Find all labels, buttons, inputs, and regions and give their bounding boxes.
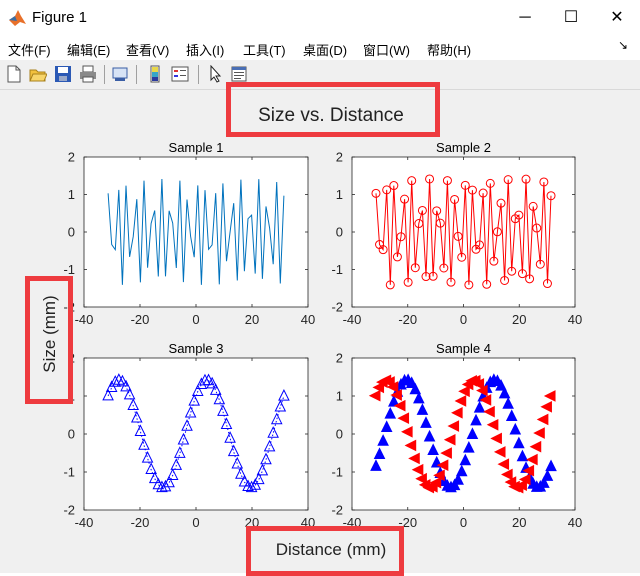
y-tick-label: -2 [331,300,343,315]
x-tick-label: -40 [75,515,94,530]
x-tick-label: -40 [75,312,94,327]
subplot-title: Sample 1 [169,140,224,155]
y-tick-label: 0 [336,225,343,240]
x-tick-label: 40 [568,515,582,530]
y-tick-label: 0 [68,225,75,240]
y-tick-label: 2 [336,150,343,165]
subplot-title: Sample 4 [436,341,491,356]
subplot-title: Sample 2 [436,140,491,155]
y-tick-label: -1 [331,465,343,480]
y-tick-label: -2 [63,503,75,518]
y-tick-label: 2 [68,150,75,165]
y-tick-label: -1 [63,262,75,277]
x-tick-label: 0 [192,312,199,327]
x-tick-label: -20 [131,312,150,327]
y-tick-label: 1 [336,187,343,202]
title-highlight-box [226,82,440,137]
x-tick-label: 40 [301,312,315,327]
x-tick-label: -20 [131,515,150,530]
x-tick-label: 0 [460,312,467,327]
y-tick-label: -1 [63,465,75,480]
x-tick-label: 0 [192,515,199,530]
y-tick-label: 1 [336,389,343,404]
x-tick-label: -20 [398,312,417,327]
subplot-title: Sample 3 [169,341,224,356]
y-tick-label: -2 [331,503,343,518]
x-tick-label: 0 [460,515,467,530]
ylabel-highlight-box [25,276,73,404]
y-tick-label: 0 [336,427,343,442]
y-tick-label: 0 [68,427,75,442]
x-tick-label: -40 [343,312,362,327]
xlabel-highlight-box [246,526,404,576]
x-tick-label: 20 [512,515,526,530]
x-tick-label: 40 [568,312,582,327]
x-tick-label: 20 [512,312,526,327]
x-tick-label: 20 [245,312,259,327]
y-tick-label: 2 [336,351,343,366]
y-tick-label: -1 [331,262,343,277]
y-tick-label: 1 [68,187,75,202]
